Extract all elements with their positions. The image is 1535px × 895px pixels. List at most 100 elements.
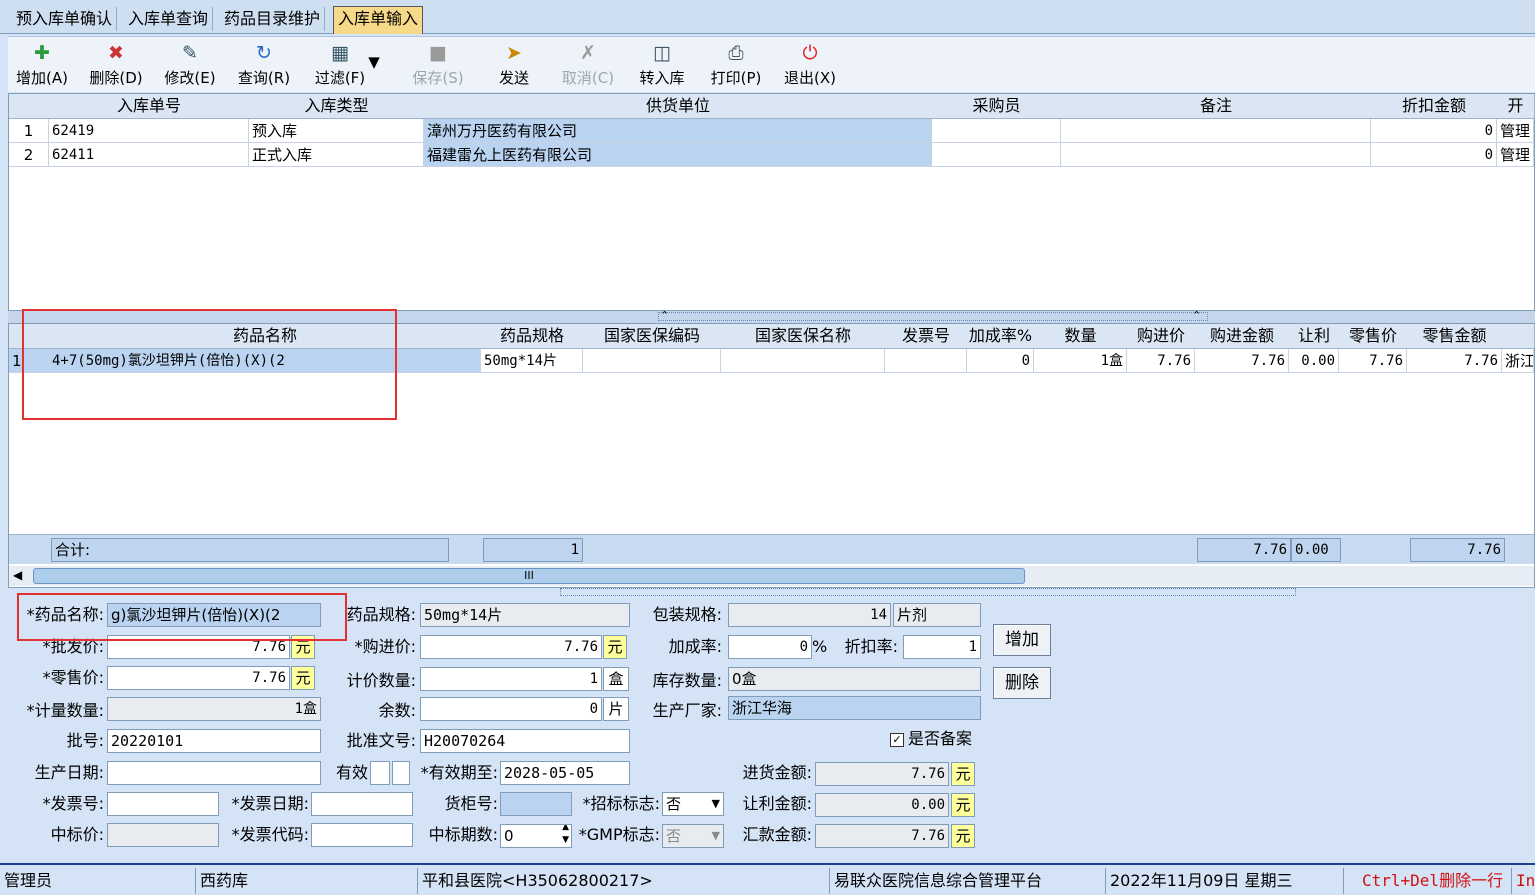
approval-field[interactable]: H20070264 xyxy=(420,729,630,753)
extra-cell[interactable]: 管理 xyxy=(1497,119,1534,143)
rebate-cell[interactable]: 0.00 xyxy=(1289,349,1339,373)
column-header[interactable]: 让利 xyxy=(1289,324,1340,349)
discount-cell[interactable]: 0 xyxy=(1371,143,1497,167)
column-header[interactable]: 国家医保名称 xyxy=(721,324,886,349)
filter-button[interactable]: ▦ 过滤(F) xyxy=(308,41,372,88)
splitter-grip[interactable] xyxy=(560,588,1296,596)
gmp-select[interactable]: 否 ▼ xyxy=(662,824,724,848)
expiry-field[interactable]: 2028-05-05 xyxy=(500,761,630,785)
drug-spec-cell[interactable]: 50mg*14片 xyxy=(481,349,583,373)
extra-cell[interactable]: 管理 xyxy=(1497,143,1534,167)
column-header[interactable] xyxy=(1502,324,1535,349)
supplier-cell[interactable]: 福建雷允上医药有限公司 xyxy=(424,143,932,167)
column-header[interactable]: 采购员 xyxy=(932,94,1062,119)
column-header[interactable]: 加成率% xyxy=(967,324,1035,349)
column-header[interactable]: 购进价 xyxy=(1127,324,1196,349)
column-header[interactable]: 折扣金额 xyxy=(1371,94,1498,119)
remainder-unit-field[interactable]: 片 xyxy=(603,697,629,721)
column-header[interactable]: 供货单位 xyxy=(424,94,933,119)
rebate-amount-field[interactable]: 0.00 xyxy=(815,793,949,817)
edit-button[interactable]: ✎ 修改(E) xyxy=(158,41,222,88)
note-cell[interactable] xyxy=(1061,143,1371,167)
column-header[interactable]: 开 xyxy=(1497,94,1535,119)
column-header[interactable]: 入库类型 xyxy=(249,94,425,119)
chevron-down-icon[interactable]: ▼ xyxy=(712,825,720,847)
shelf-field[interactable] xyxy=(500,792,572,816)
pack-quantity-field[interactable]: 14 xyxy=(728,603,891,627)
column-header[interactable]: 零售价 xyxy=(1339,324,1408,349)
retail-amount-cell[interactable]: 7.76 xyxy=(1407,349,1502,373)
bid-period-stepper[interactable]: 0 ▲ ▼ xyxy=(500,824,572,848)
stock-field[interactable]: 0盒 xyxy=(728,667,981,691)
receipt-no-cell[interactable]: 62419 xyxy=(49,119,249,143)
retail-price-field[interactable]: 7.76 xyxy=(107,666,290,690)
purchase-price-cell[interactable]: 7.76 xyxy=(1127,349,1195,373)
batch-field[interactable]: 20220101 xyxy=(107,729,321,753)
column-header[interactable]: 备注 xyxy=(1061,94,1372,119)
chevron-left-icon[interactable]: ◀ xyxy=(13,568,22,582)
form-add-button[interactable]: 增加 xyxy=(993,624,1051,656)
manufacturer-field[interactable]: 浙江华海 xyxy=(728,696,981,720)
discount-rate-field[interactable]: 1 xyxy=(903,635,981,659)
valid-field-2[interactable] xyxy=(392,761,410,785)
bid-flag-select[interactable]: 否 ▼ xyxy=(662,792,724,816)
invoice-no-field[interactable] xyxy=(107,792,219,816)
pack-unit-field[interactable]: 片剂 xyxy=(893,603,981,627)
filed-checkbox[interactable]: ✓ xyxy=(890,733,904,747)
column-header[interactable]: 数量 xyxy=(1034,324,1128,349)
retail-price-cell[interactable]: 7.76 xyxy=(1339,349,1407,373)
invoice-date-field[interactable] xyxy=(311,792,413,816)
billing-unit-field[interactable]: 盒 xyxy=(603,667,629,691)
tab-receipt-query[interactable]: 入库单查询 xyxy=(124,7,214,31)
valid-field-1[interactable] xyxy=(370,761,390,785)
bid-price-field[interactable] xyxy=(107,823,219,847)
horizontal-scrollbar[interactable]: ◀ III xyxy=(9,566,1534,586)
insurance-code-cell[interactable] xyxy=(583,349,721,373)
cancel-button[interactable]: ✗ 取消(C) xyxy=(556,41,620,88)
invoice-no-cell[interactable] xyxy=(885,349,967,373)
manufacturer-cell[interactable]: 浙江 xyxy=(1502,349,1534,373)
receipt-no-cell[interactable]: 62411 xyxy=(49,143,249,167)
receipt-type-cell[interactable]: 正式入库 xyxy=(249,143,424,167)
insurance-name-cell[interactable] xyxy=(721,349,885,373)
chevron-down-icon[interactable]: ▼ xyxy=(712,793,720,815)
markup-field[interactable]: 0 xyxy=(728,635,812,659)
send-button[interactable]: ➤ 发送 xyxy=(482,41,546,88)
column-header[interactable]: 购进金额 xyxy=(1195,324,1290,349)
column-header[interactable]: 发票号 xyxy=(885,324,968,349)
filter-dropdown-arrow[interactable]: ▼ xyxy=(364,53,384,71)
scrollbar-thumb[interactable]: III xyxy=(33,568,1025,584)
transfer-button[interactable]: ◫ 转入库 xyxy=(630,41,694,88)
splitter-grip[interactable] xyxy=(658,312,1208,321)
buyer-cell[interactable] xyxy=(932,119,1061,143)
tab-receipt-input[interactable]: 入库单输入 xyxy=(333,6,424,34)
add-button[interactable]: ✚ 增加(A) xyxy=(10,41,74,88)
tab-pre-receipt-confirm[interactable]: 预入库单确认 xyxy=(12,7,118,31)
column-header[interactable]: 零售金额 xyxy=(1407,324,1503,349)
chevron-up-icon[interactable]: ⌃ xyxy=(660,309,669,322)
remit-field[interactable]: 7.76 xyxy=(815,824,949,848)
discount-cell[interactable]: 0 xyxy=(1371,119,1497,143)
quantity-cell[interactable]: 1盒 xyxy=(1034,349,1127,373)
purchase-amount-cell[interactable]: 7.76 xyxy=(1195,349,1289,373)
remainder-field[interactable]: 0 xyxy=(420,697,602,721)
invoice-code-field[interactable] xyxy=(311,823,413,847)
billing-qty-field[interactable]: 1 xyxy=(420,667,602,691)
tab-drug-catalog[interactable]: 药品目录维护 xyxy=(220,7,326,31)
stepper-up-icon[interactable]: ▲ xyxy=(562,825,569,833)
note-cell[interactable] xyxy=(1061,119,1371,143)
column-header[interactable]: 国家医保编码 xyxy=(583,324,722,349)
markup-cell[interactable]: 0 xyxy=(967,349,1034,373)
buyer-cell[interactable] xyxy=(932,143,1061,167)
spec-field[interactable]: 50mg*14片 xyxy=(420,603,630,627)
chevron-up-icon[interactable]: ⌃ xyxy=(1192,309,1201,322)
prod-date-field[interactable] xyxy=(107,761,321,785)
query-button[interactable]: ↻ 查询(R) xyxy=(232,41,296,88)
exit-button[interactable]: ⏻ 退出(X) xyxy=(778,41,842,88)
column-header[interactable]: 药品规格 xyxy=(481,324,584,349)
print-button[interactable]: ⎙ 打印(P) xyxy=(704,41,768,88)
save-button[interactable]: ■ 保存(S) xyxy=(406,41,470,88)
purchase-amount-field[interactable]: 7.76 xyxy=(815,762,949,786)
supplier-cell[interactable]: 漳州万丹医药有限公司 xyxy=(424,119,932,143)
purchase-price-field[interactable]: 7.76 xyxy=(420,635,602,659)
